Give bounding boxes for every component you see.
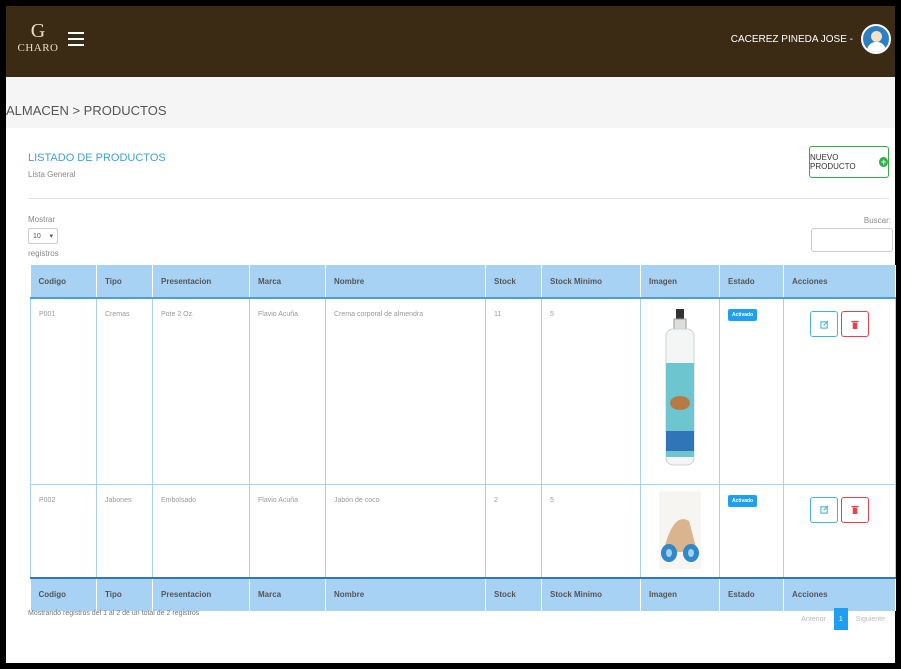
cell-tipo: Jabones xyxy=(96,483,153,578)
trash-icon xyxy=(851,320,859,329)
cell-imagen xyxy=(640,483,720,578)
col-header[interactable]: Presentacion xyxy=(152,265,250,299)
col-footer: Codigo xyxy=(30,576,97,611)
status-badge: Activado xyxy=(728,309,758,321)
cell-tipo: Cremas xyxy=(96,297,153,485)
search-label: Buscar: xyxy=(863,216,891,225)
new-product-label: NUEVO PRODUCTO xyxy=(810,153,856,171)
cell-codigo: P001 xyxy=(30,297,97,485)
col-footer: Acciones xyxy=(783,576,896,611)
top-navbar: G CHARO CACEREZ PINEDA JOSE - xyxy=(6,6,895,77)
col-header[interactable]: Stock Minimo xyxy=(541,265,641,299)
page-title: LISTADO DE PRODUCTOS xyxy=(28,152,166,164)
table-footer-row: Codigo Tipo Presentacion Marca Nombre St… xyxy=(30,576,896,611)
product-image xyxy=(659,490,701,569)
divider xyxy=(28,198,889,199)
avatar[interactable] xyxy=(861,24,891,54)
page-subtitle: Lista General xyxy=(28,170,76,179)
col-footer: Imagen xyxy=(640,576,720,611)
cell-stock-minimo: 5 xyxy=(541,297,641,485)
cell-estado: Activado xyxy=(719,483,784,578)
col-footer: Presentacion xyxy=(152,576,250,611)
col-header[interactable]: Tipo xyxy=(96,265,153,299)
pagination-info: Mostrando registros del 1 al 2 de un tot… xyxy=(28,610,200,617)
table-header-row: Codigo Tipo Presentacion Marca Nombre St… xyxy=(30,265,896,299)
col-footer: Tipo xyxy=(96,576,153,611)
plus-circle-icon: + xyxy=(879,157,888,167)
page-1-button[interactable]: 1 xyxy=(833,608,848,630)
logo-monogram: G xyxy=(30,20,46,42)
cell-presentacion: Embolsado xyxy=(152,483,250,578)
page-size-value: 10 xyxy=(33,232,41,240)
cell-estado: Activado xyxy=(719,297,784,485)
cell-stock: 2 xyxy=(485,483,542,578)
prev-page-link[interactable]: Anterior xyxy=(801,616,826,623)
table-row: P002 Jabones Embolsado Flavio Acuña Jabó… xyxy=(30,483,896,578)
breadcrumb: ALMACEN > PRODUCTOS xyxy=(6,103,167,118)
col-header[interactable]: Nombre xyxy=(325,265,486,299)
cell-nombre: Jabón de coco xyxy=(325,483,486,578)
records-label: registros xyxy=(28,249,59,258)
col-header[interactable]: Stock xyxy=(485,265,542,299)
col-footer: Estado xyxy=(719,576,784,611)
edit-button[interactable] xyxy=(810,496,838,523)
edit-icon xyxy=(819,505,828,514)
delete-button[interactable] xyxy=(841,496,869,523)
show-label: Mostrar xyxy=(28,215,56,224)
menu-icon[interactable] xyxy=(68,32,84,46)
new-product-button[interactable]: NUEVO PRODUCTO + xyxy=(809,146,889,178)
cell-marca: Flavio Acuña xyxy=(249,297,326,485)
cell-stock-minimo: 5 xyxy=(541,483,641,578)
col-header[interactable]: Codigo xyxy=(30,265,97,299)
cell-stock: 11 xyxy=(485,297,542,485)
cell-marca: Flavio Acuña xyxy=(249,483,326,578)
col-header: Acciones xyxy=(783,265,896,299)
col-footer: Marca xyxy=(249,576,326,611)
edit-icon xyxy=(819,320,828,329)
pagination: Anterior 1 Siguiente xyxy=(801,608,885,630)
cell-nombre: Crema corporal de almendra xyxy=(325,297,486,485)
col-footer: Nombre xyxy=(325,576,486,611)
user-name[interactable]: CACEREZ PINEDA JOSE - xyxy=(731,34,853,45)
col-footer: Stock xyxy=(485,576,542,611)
col-header[interactable]: Imagen xyxy=(640,265,720,299)
cell-acciones xyxy=(783,483,896,578)
col-header[interactable]: Marca xyxy=(249,265,326,299)
logo-text: CHARO xyxy=(17,42,59,54)
next-page-link[interactable]: Siguiente xyxy=(856,616,885,623)
select-chevron-icon: ▾ xyxy=(49,233,53,240)
cell-acciones xyxy=(783,297,896,485)
trash-icon xyxy=(851,505,859,514)
brand-logo[interactable]: G CHARO xyxy=(16,16,60,68)
edit-button[interactable] xyxy=(810,311,838,337)
status-badge: Activado xyxy=(728,494,758,507)
search-input[interactable] xyxy=(811,228,893,252)
delete-button[interactable] xyxy=(841,311,869,337)
cell-codigo: P002 xyxy=(30,483,97,578)
products-table: Codigo Tipo Presentacion Marca Nombre St… xyxy=(30,265,896,611)
cell-imagen xyxy=(640,297,720,485)
products-card: LISTADO DE PRODUCTOS Lista General NUEVO… xyxy=(6,128,896,663)
col-header[interactable]: Estado xyxy=(719,265,784,299)
cell-presentacion: Pote 2 Oz. xyxy=(152,297,250,485)
col-footer: Stock Minimo xyxy=(541,576,641,611)
product-image xyxy=(665,309,695,466)
page-size-select[interactable]: 10 ▾ xyxy=(28,228,58,244)
table-row: P001 Cremas Pote 2 Oz. Flavio Acuña Crem… xyxy=(30,297,896,485)
